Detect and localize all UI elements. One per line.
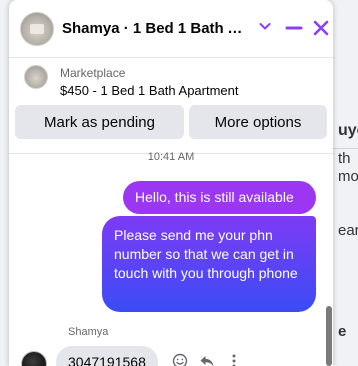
more-vertical-icon[interactable] [225, 352, 243, 366]
sender-avatar[interactable] [21, 351, 47, 366]
chat-header[interactable]: Shamya · 1 Bed 1 Bath Apartment [9, 0, 333, 58]
listing-thumbnail[interactable] [24, 65, 48, 89]
message-thread: 10:41 AM Hello, this is still available … [9, 151, 333, 366]
scrollbar-thumb[interactable] [326, 306, 332, 366]
background-text: e [338, 323, 347, 340]
background-text: th [338, 150, 351, 167]
sender-name: Shamya [68, 326, 109, 338]
background-text: ear [338, 222, 358, 239]
reply-icon[interactable] [198, 352, 216, 366]
sent-message-bubble[interactable]: Hello, this is still available [123, 181, 316, 214]
message-timestamp: 10:41 AM [147, 151, 195, 163]
close-icon[interactable] [312, 19, 330, 37]
chevron-down-icon[interactable] [258, 19, 272, 33]
listing-source-label: Marketplace [60, 66, 126, 80]
marketplace-listing: Marketplace $450 - 1 Bed 1 Bath Apartmen… [9, 58, 333, 154]
listing-title[interactable]: $450 - 1 Bed 1 Bath Apartment [60, 83, 239, 98]
more-options-button[interactable]: More options [189, 105, 327, 139]
react-emoji-icon[interactable] [171, 352, 189, 366]
chat-window: Shamya · 1 Bed 1 Bath Apartment Marketpl… [9, 0, 333, 366]
chat-title[interactable]: Shamya · 1 Bed 1 Bath Apartment [62, 20, 252, 37]
minimize-icon[interactable] [285, 19, 303, 37]
message-scrollbar[interactable] [326, 151, 332, 366]
background-text: uye [338, 122, 358, 139]
sent-message-bubble[interactable]: Please send me your phn number so that w… [102, 216, 316, 312]
background-divider [332, 148, 358, 149]
mark-as-pending-button[interactable]: Mark as pending [15, 105, 184, 139]
contact-avatar[interactable] [20, 11, 54, 46]
background-text: mo [338, 168, 358, 185]
received-message-bubble[interactable]: 3047191568 [56, 346, 158, 366]
